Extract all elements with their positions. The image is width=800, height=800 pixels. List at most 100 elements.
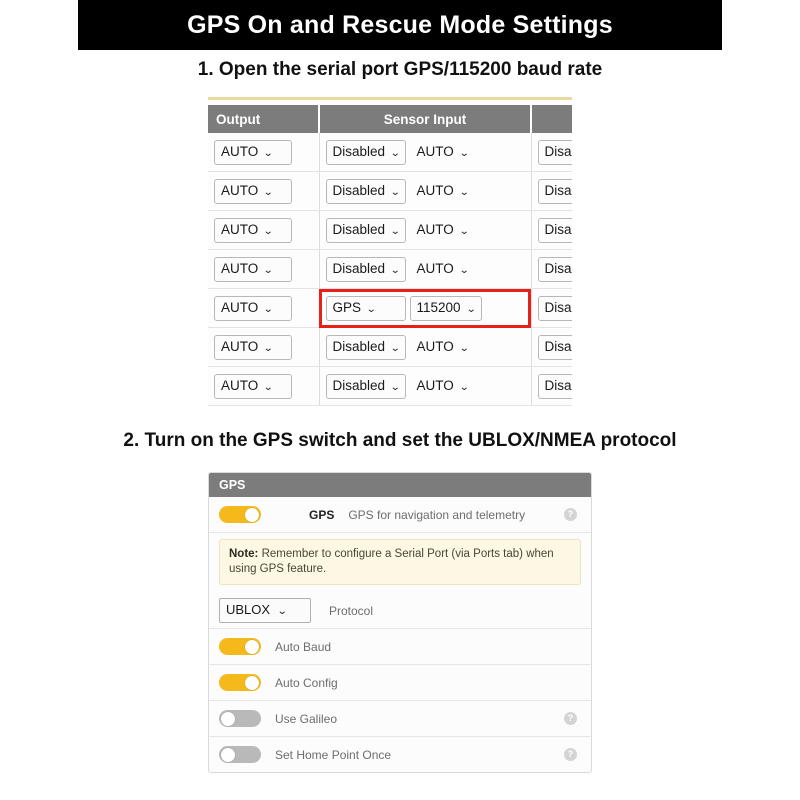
help-icon[interactable]: ? xyxy=(564,748,577,761)
page-title: GPS On and Rescue Mode Settings xyxy=(187,10,613,39)
sensor-baud-select[interactable]: AUTO ⌄ xyxy=(410,335,486,360)
gps-note-prefix: Note: xyxy=(229,548,259,560)
chevron-down-icon: ⌄ xyxy=(458,225,470,237)
gps-note-text: Remember to configure a Serial Port (via… xyxy=(229,548,554,575)
table-row: AUTO⌄Disabled⌄AUTO⌄Disabled⌄ xyxy=(208,327,572,367)
cell-sensor-input: Disabled ⌄ AUTO ⌄ xyxy=(319,249,532,289)
telemetry-select[interactable]: Disabled⌄ xyxy=(537,178,572,204)
chevron-down-icon: ⌄ xyxy=(458,381,470,393)
chevron-down-icon: ⌄ xyxy=(389,381,401,393)
column-header-output: Output xyxy=(208,105,320,133)
gps-settings-panel: GPS GPS GPS for navigation and telemetry… xyxy=(208,472,592,773)
gps-toggle-row: Auto Config xyxy=(209,665,591,701)
chevron-down-icon: ⌄ xyxy=(389,264,401,276)
sensor-baud-select[interactable]: AUTO ⌄ xyxy=(410,257,486,282)
table-row: AUTO⌄Disabled⌄AUTO⌄Disabled⌄ xyxy=(208,171,572,211)
cell-output: AUTO ⌄ xyxy=(208,249,320,289)
gps-toggle-row: Auto Baud xyxy=(209,629,591,665)
output-mode-select[interactable]: AUTO ⌄ xyxy=(214,334,292,360)
step-1-heading: 1. Open the serial port GPS/115200 baud … xyxy=(197,59,603,80)
sensor-function-select[interactable]: Disabled ⌄ xyxy=(325,217,406,243)
gps-toggle-row: Set Home Point Once? xyxy=(209,737,591,772)
sensor-function-select[interactable]: GPS ⌄ xyxy=(325,295,406,321)
protocol-select-value: UBLOX xyxy=(226,602,271,617)
telemetry-select[interactable]: Disabled⌄ xyxy=(537,334,572,360)
cell-sensor-input: Disabled ⌄ AUTO ⌄ xyxy=(319,171,532,211)
cell-telemetry: Disabled⌄ xyxy=(531,249,572,289)
telemetry-select[interactable]: Disabled⌄ xyxy=(537,373,572,399)
protocol-row: UBLOX ⌄ Protocol xyxy=(209,593,591,629)
gps-enable-toggle[interactable] xyxy=(219,506,261,523)
gps-option-toggle[interactable] xyxy=(219,710,261,727)
sensor-function-select[interactable]: Disabled ⌄ xyxy=(325,373,406,399)
help-icon[interactable]: ? xyxy=(564,508,577,521)
cell-sensor-input: Disabled ⌄ AUTO ⌄ xyxy=(319,133,532,172)
sensor-function-select[interactable]: Disabled ⌄ xyxy=(325,139,406,165)
output-mode-select[interactable]: AUTO ⌄ xyxy=(214,295,292,321)
cell-telemetry: Disabled⌄ xyxy=(531,288,572,328)
sensor-function-select[interactable]: Disabled ⌄ xyxy=(325,178,406,204)
protocol-select[interactable]: UBLOX ⌄ xyxy=(219,598,311,623)
chevron-down-icon: ⌄ xyxy=(458,264,470,276)
sensor-function-select[interactable]: Disabled ⌄ xyxy=(325,334,406,360)
table-row: AUTO⌄Disabled⌄AUTO⌄Disabled⌄ xyxy=(208,249,572,289)
gps-enable-row: GPS GPS for navigation and telemetry ? xyxy=(209,497,591,533)
output-mode-select[interactable]: AUTO ⌄ xyxy=(214,373,292,399)
gps-enable-name: GPS xyxy=(309,507,335,522)
chevron-down-icon: ⌄ xyxy=(263,186,274,198)
cell-telemetry: Disabled⌄ xyxy=(531,210,572,250)
sensor-baud-select[interactable]: AUTO ⌄ xyxy=(410,374,486,399)
gps-toggle-row: Use Galileo? xyxy=(209,701,591,737)
cell-telemetry: Disabled⌄ xyxy=(531,171,572,211)
cell-output: AUTO ⌄ xyxy=(208,171,320,211)
ports-table-top-rule xyxy=(208,97,572,100)
gps-option-label: Auto Baud xyxy=(275,639,332,654)
cell-sensor-input: Disabled ⌄ AUTO ⌄ xyxy=(319,210,532,250)
output-mode-select[interactable]: AUTO ⌄ xyxy=(214,217,292,243)
sensor-baud-select[interactable]: 115200 ⌄ xyxy=(409,295,482,321)
gps-option-label: Set Home Point Once xyxy=(275,747,392,762)
toggle-knob xyxy=(245,675,259,690)
sensor-baud-select[interactable]: AUTO ⌄ xyxy=(410,179,486,204)
title-banner: GPS On and Rescue Mode Settings xyxy=(78,0,722,50)
chevron-down-icon: ⌄ xyxy=(263,147,274,159)
chevron-down-icon: ⌄ xyxy=(277,606,288,617)
output-mode-select[interactable]: AUTO ⌄ xyxy=(214,178,292,204)
chevron-down-icon: ⌄ xyxy=(263,342,274,354)
output-mode-select[interactable]: AUTO ⌄ xyxy=(214,256,292,282)
step-2-heading: 2. Turn on the GPS switch and set the UB… xyxy=(123,430,677,451)
gps-toggle-rows: Auto Baud Auto Config Use Galileo? Set Home… xyxy=(209,629,591,772)
cell-sensor-input: Disabled ⌄ AUTO ⌄ xyxy=(319,366,532,406)
ports-table-container: Output Sensor Input AUTO ⌄ Disabled ⌄ AUTO ⌄ D… xyxy=(208,97,572,409)
sensor-baud-select[interactable]: AUTO ⌄ xyxy=(410,140,486,165)
gps-panel-header: GPS xyxy=(209,473,591,497)
toggle-knob xyxy=(245,507,259,522)
column-header-sensor-input: Sensor Input xyxy=(319,105,532,133)
chevron-down-icon: ⌄ xyxy=(263,303,274,315)
telemetry-select[interactable]: Disabled⌄ xyxy=(537,217,572,243)
table-row: AUTO⌄Disabled⌄AUTO⌄Disabled⌄ xyxy=(208,210,572,250)
sensor-function-select[interactable]: Disabled ⌄ xyxy=(325,256,406,282)
help-icon[interactable]: ? xyxy=(564,712,577,725)
telemetry-select[interactable]: Disabled⌄ xyxy=(537,139,572,165)
chevron-down-icon: ⌄ xyxy=(458,342,470,354)
table-row: AUTO⌄Disabled⌄AUTO⌄Disabled⌄ xyxy=(208,366,572,406)
output-mode-select[interactable]: AUTO ⌄ xyxy=(214,139,292,165)
toggle-knob xyxy=(221,711,235,726)
gps-option-toggle[interactable] xyxy=(219,674,261,691)
gps-option-toggle[interactable] xyxy=(219,638,261,655)
sensor-baud-select[interactable]: AUTO ⌄ xyxy=(410,218,486,243)
table-row: AUTO⌄ GPS⌄115200⌄ Disabled⌄ xyxy=(208,288,572,328)
cell-sensor-input: Disabled ⌄ AUTO ⌄ xyxy=(319,327,532,367)
gps-option-label: Use Galileo xyxy=(275,711,338,726)
chevron-down-icon: ⌄ xyxy=(389,225,401,237)
gps-option-toggle[interactable] xyxy=(219,746,261,763)
cell-output: AUTO ⌄ xyxy=(208,327,320,367)
telemetry-select[interactable]: Disabled⌄ xyxy=(537,256,572,282)
chevron-down-icon: ⌄ xyxy=(465,303,476,315)
gps-enable-description: GPS for navigation and telemetry xyxy=(348,507,526,522)
telemetry-select[interactable]: Disabled⌄ xyxy=(537,295,572,321)
chevron-down-icon: ⌄ xyxy=(389,186,401,198)
cell-output: AUTO ⌄ xyxy=(208,288,320,328)
ports-table-body: AUTO⌄Disabled⌄AUTO⌄Disabled⌄AUTO⌄Disable… xyxy=(208,133,572,406)
